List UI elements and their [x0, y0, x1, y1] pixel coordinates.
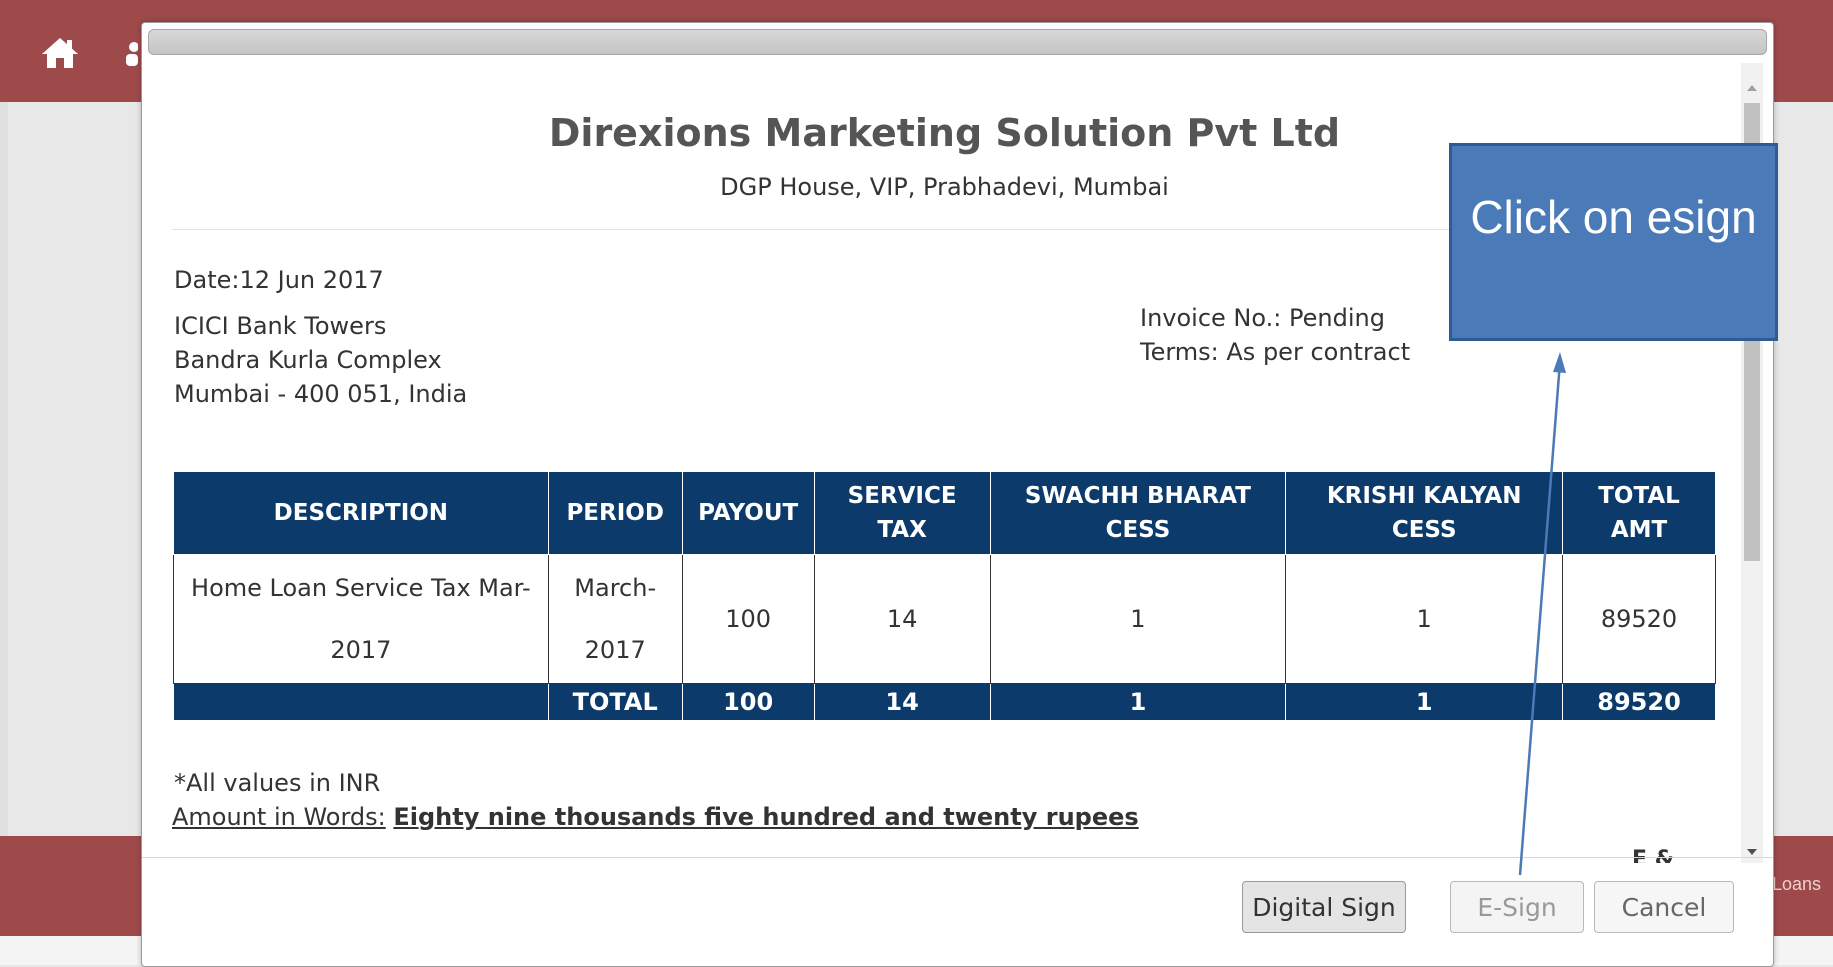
table-cell: 14 [813, 683, 991, 721]
footer-link-loans[interactable]: Loans [1772, 874, 1821, 895]
bill-to-line: ICICI Bank Towers [174, 312, 387, 340]
column-header: TOTAL AMT [1562, 471, 1716, 555]
modal-footer-divider [142, 857, 1773, 858]
table-cell: 1 [1285, 683, 1564, 721]
bill-to-line: Bandra Kurla Complex [174, 346, 442, 374]
eoe-note: E & O.E [1632, 847, 1674, 863]
invoice-date: Date:12 Jun 2017 [174, 266, 384, 294]
table-row: Home Loan Service Tax Mar-2017 March-201… [173, 554, 1716, 684]
currency-note: *All values in INR [174, 769, 381, 797]
bill-to-line: Mumbai - 400 051, India [174, 380, 468, 408]
table-cell: 89520 [1562, 554, 1716, 684]
home-icon[interactable] [40, 36, 80, 70]
table-header-row: DESCRIPTION PERIOD PAYOUT SERVICE TAX SW… [173, 471, 1716, 555]
table-cell: Home Loan Service Tax Mar-2017 [173, 554, 549, 684]
table-cell: 1 [1285, 554, 1564, 684]
user-icon[interactable] [124, 40, 138, 66]
invoice-table: DESCRIPTION PERIOD PAYOUT SERVICE TAX SW… [173, 471, 1716, 721]
table-cell: 100 [681, 683, 815, 721]
table-cell: 89520 [1562, 683, 1716, 721]
column-header: SWACHH BHARAT CESS [989, 471, 1287, 555]
column-header: SERVICE TAX [813, 471, 991, 555]
invoice-number: Invoice No.: Pending [1140, 304, 1385, 332]
scroll-down-arrow-icon[interactable] [1747, 849, 1757, 855]
table-cell: 1 [989, 554, 1287, 684]
esign-button[interactable]: E-Sign [1450, 881, 1584, 933]
column-header: PAYOUT [681, 471, 815, 555]
invoice-meta: Invoice No.: Pending Terms: As per contr… [1140, 301, 1410, 369]
modal-title-bar[interactable] [148, 29, 1767, 55]
bill-to-block: Date:12 Jun 2017 ICICI Bank Towers Bandr… [174, 263, 467, 411]
column-header: DESCRIPTION [173, 471, 549, 555]
digital-sign-button[interactable]: Digital Sign [1242, 881, 1406, 933]
table-cell [173, 683, 549, 721]
amount-words-label: Amount in Words: [172, 803, 386, 831]
table-cell: 1 [989, 683, 1287, 721]
invoice-terms: Terms: As per contract [1140, 338, 1411, 366]
table-cell: March-2017 [547, 554, 683, 684]
annotation-callout: Click on esign [1449, 143, 1778, 341]
table-cell: 100 [681, 554, 815, 684]
table-total-row: TOTAL 100 14 1 1 89520 [173, 683, 1716, 721]
amount-words-value: Eighty nine thousands five hundred and t… [393, 803, 1139, 831]
cancel-button[interactable]: Cancel [1594, 881, 1734, 933]
column-header: PERIOD [547, 471, 683, 555]
table-cell: 14 [813, 554, 991, 684]
column-header: KRISHI KALYAN CESS [1285, 471, 1564, 555]
table-cell: TOTAL [547, 683, 683, 721]
amount-in-words: Amount in Words: Eighty nine thousands f… [172, 803, 1139, 831]
scroll-up-arrow-icon[interactable] [1747, 85, 1757, 91]
